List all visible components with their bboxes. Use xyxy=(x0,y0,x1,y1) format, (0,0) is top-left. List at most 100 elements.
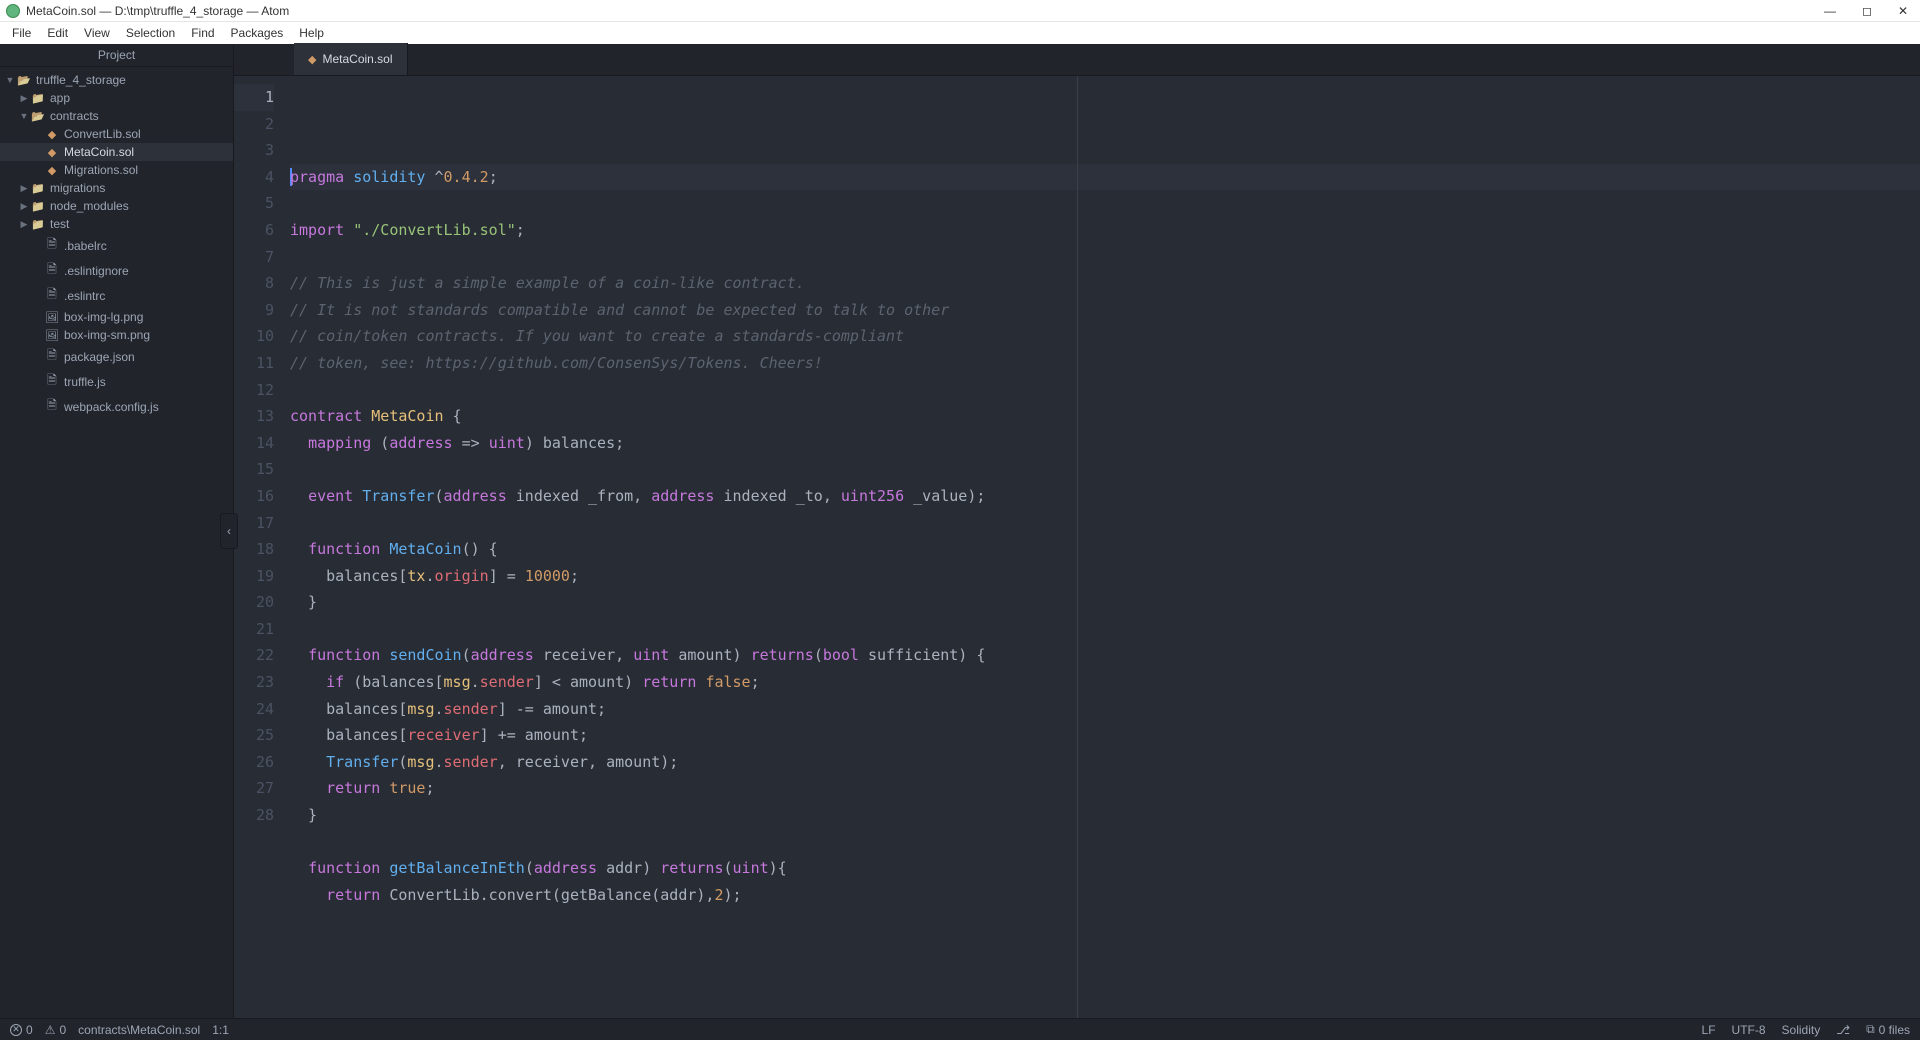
file-icon xyxy=(44,235,60,256)
folder-open-icon xyxy=(16,74,32,87)
tree-item-metacoin-sol[interactable]: MetaCoin.sol xyxy=(0,143,233,161)
tab-bar: MetaCoin.sol xyxy=(234,44,1920,76)
file-tree[interactable]: ▼truffle_4_storage▶app▼contractsConvertL… xyxy=(0,67,233,1018)
disclosure-arrow-icon: ▶ xyxy=(18,201,30,212)
code-line: function getBalanceInEth(address addr) r… xyxy=(290,855,1920,882)
folder-open-icon xyxy=(30,110,46,123)
sidebar-header: Project xyxy=(0,44,233,67)
status-file-path[interactable]: contracts\MetaCoin.sol xyxy=(78,1023,200,1037)
sol-icon xyxy=(44,128,60,141)
menu-packages[interactable]: Packages xyxy=(223,24,292,42)
code-line: balances[msg.sender] -= amount; xyxy=(290,696,1920,723)
git-files-icon: ⧉ xyxy=(1866,1022,1875,1037)
menu-find[interactable]: Find xyxy=(183,24,222,42)
status-git-files[interactable]: ⧉ 0 files xyxy=(1866,1022,1910,1037)
app-body: Project ▼truffle_4_storage▶app▼contracts… xyxy=(0,44,1920,1018)
menu-file[interactable]: File xyxy=(4,24,39,42)
tree-item-app[interactable]: ▶app xyxy=(0,89,233,107)
tree-item-box-img-sm-png[interactable]: box-img-sm.png xyxy=(0,326,233,344)
window-minimize-button[interactable]: — xyxy=(1824,4,1836,18)
code-line: mapping (address => uint) balances; xyxy=(290,430,1920,457)
sol-icon xyxy=(44,164,60,177)
folder-icon xyxy=(30,218,46,231)
status-bar: ✕ 0 ⚠ 0 contracts\MetaCoin.sol 1:1 LF UT… xyxy=(0,1018,1920,1040)
tree-item-label: .eslintrc xyxy=(64,289,105,303)
status-git-branch[interactable]: ⎇ xyxy=(1836,1023,1850,1037)
tree-item-label: box-img-sm.png xyxy=(64,328,150,342)
tree-item-convertlib-sol[interactable]: ConvertLib.sol xyxy=(0,125,233,143)
editor-tab-metacoin[interactable]: MetaCoin.sol xyxy=(294,43,408,75)
menu-selection[interactable]: Selection xyxy=(118,24,183,42)
code-line xyxy=(290,829,1920,856)
status-grammar[interactable]: Solidity xyxy=(1782,1023,1821,1037)
code-line: import "./ConvertLib.sol"; xyxy=(290,217,1920,244)
tree-item-truffle-js[interactable]: truffle.js xyxy=(0,369,233,394)
git-branch-icon: ⎇ xyxy=(1836,1023,1850,1037)
sidebar-collapse-handle[interactable]: ‹ xyxy=(220,513,238,549)
code-line: balances[receiver] += amount; xyxy=(290,722,1920,749)
tree-item-label: ConvertLib.sol xyxy=(64,127,141,141)
tree-item-label: truffle.js xyxy=(64,375,106,389)
tree-item-label: test xyxy=(50,217,69,231)
tree-item--eslintignore[interactable]: .eslintignore xyxy=(0,258,233,283)
tree-item-label: app xyxy=(50,91,70,105)
tree-item-label: migrations xyxy=(50,181,105,195)
tree-item-webpack-config-js[interactable]: webpack.config.js xyxy=(0,394,233,419)
status-encoding[interactable]: UTF-8 xyxy=(1732,1023,1766,1037)
code-line: event Transfer(address indexed _from, ad… xyxy=(290,483,1920,510)
tree-item-test[interactable]: ▶ test xyxy=(0,215,233,233)
error-icon: ✕ xyxy=(10,1024,22,1036)
window-close-button[interactable]: ✕ xyxy=(1898,4,1908,18)
warning-icon: ⚠ xyxy=(45,1023,56,1037)
line-gutter: 1234567891011121314151617181920212223242… xyxy=(234,76,284,1018)
code-line: Transfer(msg.sender, receiver, amount); xyxy=(290,749,1920,776)
status-cursor-position[interactable]: 1:1 xyxy=(212,1023,229,1037)
file-icon xyxy=(44,371,60,392)
code-line xyxy=(290,616,1920,643)
status-errors[interactable]: ✕ 0 xyxy=(10,1023,33,1037)
code-line xyxy=(290,377,1920,404)
file-icon xyxy=(44,346,60,367)
code-line: pragma solidity ^0.4.2; xyxy=(290,164,1920,191)
code-line xyxy=(290,456,1920,483)
project-sidebar: Project ▼truffle_4_storage▶app▼contracts… xyxy=(0,44,234,1018)
tree-item-box-img-lg-png[interactable]: box-img-lg.png xyxy=(0,308,233,326)
status-warnings[interactable]: ⚠ 0 xyxy=(45,1023,66,1037)
code-line xyxy=(290,510,1920,537)
tree-item-truffle-4-storage[interactable]: ▼truffle_4_storage xyxy=(0,71,233,89)
tree-item-label: box-img-lg.png xyxy=(64,310,143,324)
wrap-guide xyxy=(1077,76,1078,1018)
tree-item-migrations[interactable]: ▶migrations xyxy=(0,179,233,197)
code-line: function sendCoin(address receiver, uint… xyxy=(290,642,1920,669)
tab-label: MetaCoin.sol xyxy=(322,52,392,66)
tree-item-label: node_modules xyxy=(50,199,129,213)
menu-edit[interactable]: Edit xyxy=(39,24,76,42)
tree-item-label: .eslintignore xyxy=(64,264,129,278)
tree-item-package-json[interactable]: package.json xyxy=(0,344,233,369)
tree-item-label: Migrations.sol xyxy=(64,163,138,177)
tree-item--babelrc[interactable]: .babelrc xyxy=(0,233,233,258)
status-warning-count: 0 xyxy=(59,1023,66,1037)
git-files-count: 0 files xyxy=(1879,1023,1910,1037)
file-icon xyxy=(44,260,60,281)
tree-item-migrations-sol[interactable]: Migrations.sol xyxy=(0,161,233,179)
tree-item-node-modules[interactable]: ▶ node_modules xyxy=(0,197,233,215)
menu-help[interactable]: Help xyxy=(291,24,332,42)
code-line: contract MetaCoin { xyxy=(290,403,1920,430)
tree-item--eslintrc[interactable]: .eslintrc xyxy=(0,283,233,308)
code-line: } xyxy=(290,589,1920,616)
code-area[interactable]: pragma solidity ^0.4.2; import "./Conver… xyxy=(284,76,1920,1018)
status-line-ending[interactable]: LF xyxy=(1702,1023,1716,1037)
tree-item-contracts[interactable]: ▼contracts xyxy=(0,107,233,125)
code-line: // This is just a simple example of a co… xyxy=(290,270,1920,297)
file-icon xyxy=(44,285,60,306)
editor[interactable]: 1234567891011121314151617181920212223242… xyxy=(234,76,1920,1018)
solidity-file-icon xyxy=(308,53,316,66)
code-line: return ConvertLib.convert(getBalance(add… xyxy=(290,882,1920,909)
code-line: } xyxy=(290,802,1920,829)
code-line xyxy=(290,190,1920,217)
disclosure-arrow-icon: ▶ xyxy=(18,219,30,230)
window-maximize-button[interactable]: ◻ xyxy=(1862,4,1872,18)
img-icon xyxy=(44,329,60,342)
menu-view[interactable]: View xyxy=(76,24,118,42)
